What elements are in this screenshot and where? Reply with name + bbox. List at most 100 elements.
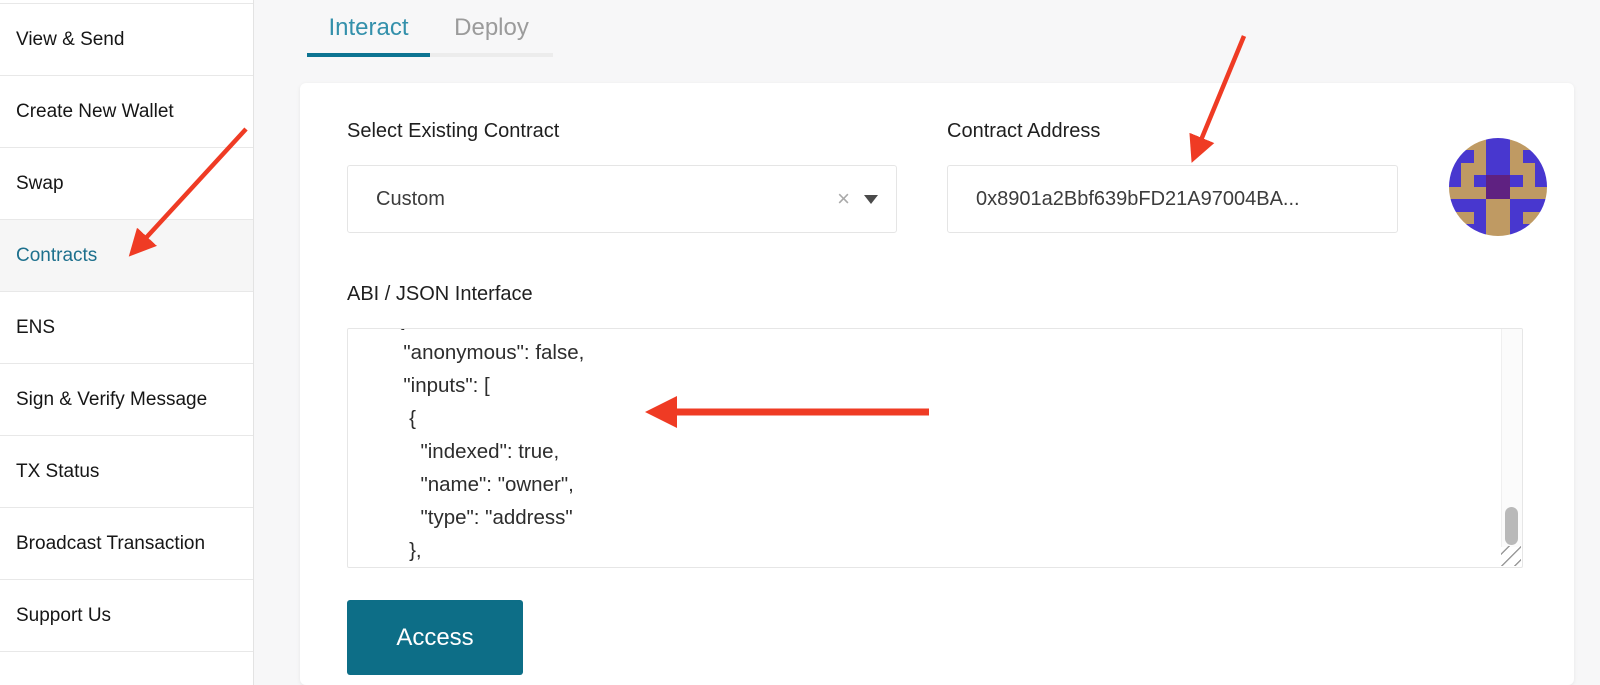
identicon-pixel bbox=[1535, 150, 1547, 162]
select-existing-contract-label: Select Existing Contract bbox=[347, 120, 559, 143]
identicon-pixel bbox=[1486, 199, 1498, 211]
sidebar-item-label: View & Send bbox=[16, 29, 124, 51]
identicon-pixel bbox=[1474, 150, 1486, 162]
identicon-pixel bbox=[1510, 175, 1522, 187]
identicon-pixel bbox=[1449, 224, 1461, 236]
identicon-pixel bbox=[1535, 163, 1547, 175]
identicon-pixel bbox=[1474, 175, 1486, 187]
tab-underline bbox=[430, 53, 553, 57]
chevron-down-icon[interactable] bbox=[864, 195, 878, 204]
identicon-pixel bbox=[1449, 175, 1461, 187]
identicon-pixel bbox=[1449, 212, 1461, 224]
identicon-pixel bbox=[1449, 187, 1461, 199]
identicon-pixel bbox=[1474, 138, 1486, 150]
identicon-pixel bbox=[1510, 150, 1522, 162]
identicon-pixel bbox=[1474, 224, 1486, 236]
sidebar-item-support-us[interactable]: Support Us bbox=[0, 580, 253, 652]
identicon-pixel bbox=[1486, 138, 1498, 150]
abi-json-content: { "anonymous": false, "inputs": [ { "ind… bbox=[348, 329, 1500, 567]
identicon-pixel bbox=[1486, 212, 1498, 224]
identicon-pixel bbox=[1523, 150, 1535, 162]
identicon-pixel bbox=[1523, 187, 1535, 199]
sidebar-item-sign-verify-message[interactable]: Sign & Verify Message bbox=[0, 364, 253, 436]
sidebar-item-create-new-wallet[interactable]: Create New Wallet bbox=[0, 76, 253, 148]
identicon-pixel bbox=[1510, 138, 1522, 150]
identicon-pixel bbox=[1461, 138, 1473, 150]
identicon-pixel bbox=[1510, 212, 1522, 224]
identicon-pixel bbox=[1498, 212, 1510, 224]
identicon-pixel bbox=[1523, 199, 1535, 211]
identicon-pixel bbox=[1461, 187, 1473, 199]
sidebar-item-ens[interactable]: ENS bbox=[0, 292, 253, 364]
identicon-pixel bbox=[1535, 187, 1547, 199]
identicon-pixel bbox=[1510, 163, 1522, 175]
tab-deploy-label: Deploy bbox=[454, 14, 529, 41]
sidebar-item-view-send[interactable]: View & Send bbox=[0, 4, 253, 76]
identicon-pixel bbox=[1449, 138, 1461, 150]
identicon-pixel bbox=[1461, 150, 1473, 162]
identicon-pixel bbox=[1510, 224, 1522, 236]
identicon-pixel bbox=[1535, 212, 1547, 224]
identicon-pixel bbox=[1535, 224, 1547, 236]
identicon-pixel bbox=[1523, 163, 1535, 175]
identicon-pixel bbox=[1510, 187, 1522, 199]
identicon-pixel bbox=[1535, 175, 1547, 187]
address-identicon bbox=[1449, 138, 1547, 236]
selected-contract-value: Custom bbox=[376, 188, 445, 211]
identicon-pixel bbox=[1461, 212, 1473, 224]
identicon-pixel bbox=[1486, 150, 1498, 162]
abi-json-textarea[interactable]: { "anonymous": false, "inputs": [ { "ind… bbox=[347, 328, 1523, 568]
identicon-pixel bbox=[1523, 138, 1535, 150]
contract-address-input[interactable]: 0x8901a2Bbf639bFD21A97004BA... bbox=[947, 165, 1398, 233]
tab-interact[interactable]: Interact bbox=[307, 12, 430, 57]
contract-tabs: Interact Deploy bbox=[307, 12, 553, 57]
identicon-pixel bbox=[1523, 212, 1535, 224]
abi-content-clip: { "anonymous": false, "inputs": [ { "ind… bbox=[348, 329, 1500, 567]
abi-json-interface-label: ABI / JSON Interface bbox=[347, 283, 533, 306]
identicon-pixel bbox=[1449, 199, 1461, 211]
contract-interact-card: Select Existing Contract Custom × Contra… bbox=[300, 83, 1574, 685]
identicon-pixel bbox=[1498, 199, 1510, 211]
identicon-pixel bbox=[1461, 199, 1473, 211]
identicon-pixel bbox=[1535, 138, 1547, 150]
abi-scrollbar-track[interactable] bbox=[1501, 329, 1522, 547]
identicon-pixel bbox=[1498, 150, 1510, 162]
sidebar-item-label: Broadcast Transaction bbox=[16, 533, 205, 555]
identicon-pixel bbox=[1523, 224, 1535, 236]
identicon-pixel bbox=[1486, 175, 1498, 187]
identicon-pixel bbox=[1449, 163, 1461, 175]
sidebar-item-swap[interactable]: Swap bbox=[0, 148, 253, 220]
contract-address-value: 0x8901a2Bbf639bFD21A97004BA... bbox=[976, 188, 1300, 211]
sidebar-item-contracts[interactable]: Contracts bbox=[0, 220, 253, 292]
clear-selection-icon[interactable]: × bbox=[837, 188, 850, 210]
identicon-pixel bbox=[1486, 224, 1498, 236]
identicon-pixel bbox=[1498, 187, 1510, 199]
identicon-pixel bbox=[1498, 138, 1510, 150]
identicon-pixel bbox=[1461, 224, 1473, 236]
tab-deploy[interactable]: Deploy bbox=[430, 12, 553, 57]
sidebar-item-label: Contracts bbox=[16, 245, 97, 267]
abi-scrollbar-thumb[interactable] bbox=[1505, 507, 1518, 545]
tab-active-underline bbox=[307, 53, 430, 57]
sidebar: View & Send Create New Wallet Swap Contr… bbox=[0, 0, 254, 685]
sidebar-item-label: Swap bbox=[16, 173, 64, 195]
sidebar-item-label: Create New Wallet bbox=[16, 101, 174, 123]
access-button[interactable]: Access bbox=[347, 600, 523, 675]
identicon-pixel bbox=[1461, 175, 1473, 187]
identicon-pixel bbox=[1486, 163, 1498, 175]
existing-contract-select[interactable]: Custom × bbox=[347, 165, 897, 233]
identicon-pixel bbox=[1461, 163, 1473, 175]
sidebar-item-broadcast-transaction[interactable]: Broadcast Transaction bbox=[0, 508, 253, 580]
identicon-pixel bbox=[1449, 150, 1461, 162]
identicon-pixel bbox=[1510, 199, 1522, 211]
sidebar-item-label: Sign & Verify Message bbox=[16, 389, 207, 411]
sidebar-item-label: Support Us bbox=[16, 605, 111, 627]
tab-interact-label: Interact bbox=[328, 14, 408, 41]
textarea-resize-handle-icon[interactable] bbox=[1501, 546, 1521, 566]
identicon-pixel bbox=[1474, 199, 1486, 211]
contract-address-label: Contract Address bbox=[947, 120, 1100, 143]
identicon-pixel bbox=[1486, 187, 1498, 199]
identicon-pixel bbox=[1523, 175, 1535, 187]
identicon-pixel bbox=[1474, 163, 1486, 175]
sidebar-item-tx-status[interactable]: TX Status bbox=[0, 436, 253, 508]
